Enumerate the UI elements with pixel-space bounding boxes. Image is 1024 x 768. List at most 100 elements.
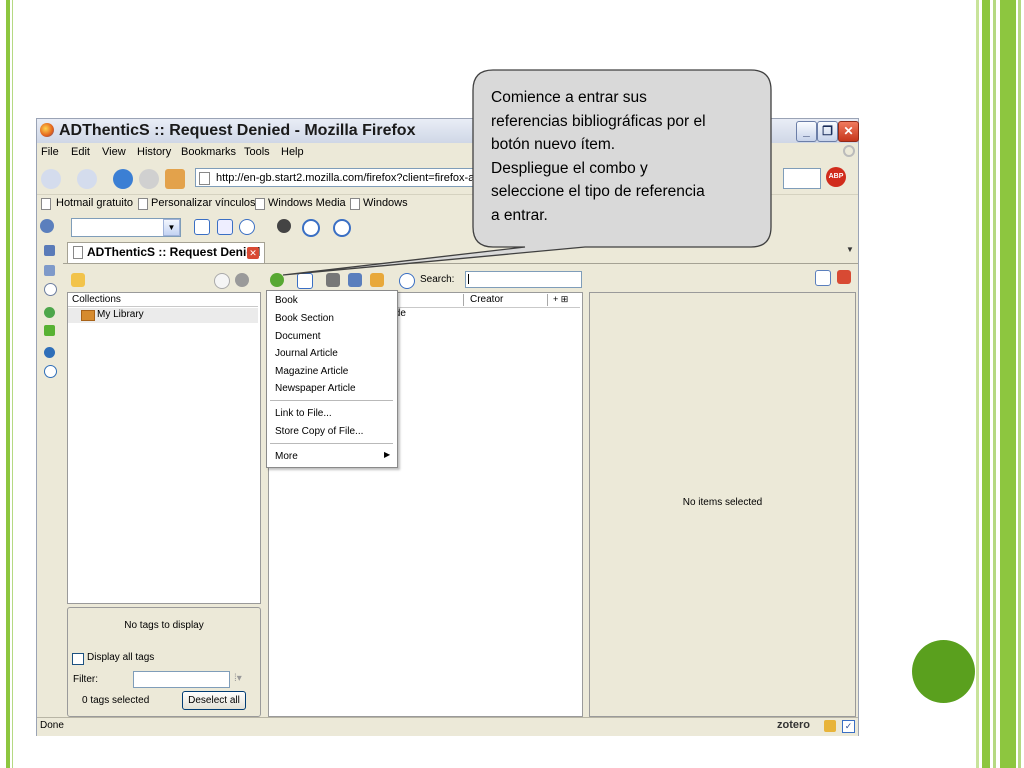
callout-line: Despliegue el combo y <box>491 159 648 177</box>
throbber-icon <box>843 145 855 157</box>
menu-item-store-copy[interactable]: Store Copy of File... <box>275 426 363 437</box>
sidebar-info-icon[interactable] <box>44 365 57 378</box>
speech-bubble-icon[interactable] <box>239 219 255 235</box>
menu-separator <box>270 400 393 401</box>
menu-item-journal-article[interactable]: Journal Article <box>275 348 338 359</box>
slide-right-stripe <box>976 0 979 768</box>
menu-help[interactable]: Help <box>281 146 304 158</box>
tab-title: ADThenticS :: Request Denied <box>87 245 261 259</box>
menu-history[interactable]: History <box>137 146 171 158</box>
forward-icon[interactable] <box>77 169 97 189</box>
actions-gear-icon[interactable] <box>235 273 249 287</box>
adblock-plus-icon[interactable]: ABP <box>826 167 846 187</box>
url-bar[interactable]: http://en-gb.start2.mozilla.com/firefox?… <box>195 168 497 187</box>
no-items-message: No items selected <box>682 497 763 508</box>
bookmark-windows-media[interactable]: Windows Media <box>268 197 346 209</box>
status-text: Done <box>40 720 64 731</box>
slide-right-stripe <box>993 0 996 768</box>
callout-line: seleccione el tipo de referencia <box>491 183 705 200</box>
tab-page-icon <box>73 246 83 259</box>
zotero-status-icon[interactable] <box>824 720 836 732</box>
fullscreen-icon[interactable] <box>815 270 831 286</box>
sidebar-save-icon[interactable] <box>44 265 55 276</box>
tab-close-icon[interactable]: ✕ <box>247 247 259 259</box>
bookmark-personalizar[interactable]: Personalizar vínculos <box>151 197 256 209</box>
tab-list-arrow-icon[interactable]: ▼ <box>846 245 856 257</box>
window-title: ADThenticS :: Request Denied - Mozilla F… <box>59 122 416 139</box>
bookmark-hotmail[interactable]: Hotmail gratuito <box>56 197 133 209</box>
new-collection-icon[interactable] <box>71 273 85 287</box>
menu-item-document[interactable]: Document <box>275 331 321 342</box>
menu-file[interactable]: File <box>41 146 59 158</box>
google-icon[interactable] <box>194 219 210 235</box>
menu-item-book[interactable]: Book <box>275 295 298 306</box>
sidebar-download-icon[interactable] <box>44 307 55 318</box>
sidebar-gear-icon[interactable] <box>44 347 55 358</box>
new-item-from-page-icon[interactable] <box>297 273 313 289</box>
slide-right-stripe <box>1000 0 1016 768</box>
bookmark-page-icon <box>350 198 360 210</box>
column-separator[interactable] <box>547 294 548 306</box>
home-icon[interactable] <box>165 169 185 189</box>
toolbar-menu-icon[interactable] <box>40 219 54 233</box>
checkbox-status-icon[interactable]: ✓ <box>842 720 855 733</box>
slide-left-accent-bar <box>6 0 10 768</box>
menu-item-magazine-article[interactable]: Magazine Article <box>275 366 348 377</box>
close-window-button[interactable]: ✕ <box>838 121 859 142</box>
sidebar-clock-icon[interactable] <box>44 283 57 296</box>
new-item-icon[interactable] <box>270 273 284 287</box>
menu-item-newspaper-article[interactable]: Newspaper Article <box>275 383 356 394</box>
menu-view[interactable]: View <box>102 146 126 158</box>
collections-panel <box>67 292 261 604</box>
minimize-button[interactable]: _ <box>796 121 817 142</box>
slide-decorative-circle <box>912 640 975 703</box>
search-label: Search: <box>420 274 455 285</box>
callout-line: referencias bibliográficas por el <box>491 112 706 130</box>
page-icon[interactable] <box>217 219 233 235</box>
library-label: My Library <box>97 309 144 320</box>
creator-column-header[interactable]: Creator <box>470 294 503 305</box>
zoom-icon[interactable] <box>333 219 351 237</box>
column-separator[interactable] <box>463 294 464 306</box>
sidebar-photo-icon[interactable] <box>44 245 55 256</box>
bookmark-page-icon <box>255 198 265 210</box>
bookmark-windows[interactable]: Windows <box>363 197 408 209</box>
tag-filter-input[interactable] <box>133 671 230 688</box>
sidebar-addon-icon[interactable] <box>44 325 55 336</box>
back-icon[interactable] <box>41 169 61 189</box>
column-picker-icon[interactable]: + ⊞ <box>553 294 568 305</box>
reload-icon[interactable] <box>113 169 133 189</box>
web-search-box[interactable] <box>783 168 821 189</box>
tool-icon[interactable] <box>277 219 291 233</box>
new-item-menu: Book Book Section Document Journal Artic… <box>266 290 398 468</box>
combo-dropdown-arrow-icon[interactable]: ▼ <box>163 219 180 236</box>
zotero-status-logo[interactable]: zotero <box>777 719 810 731</box>
display-all-tags-label: Display all tags <box>87 652 155 663</box>
menu-item-link-to-file[interactable]: Link to File... <box>275 408 332 419</box>
slide-right-stripe <box>1018 0 1021 768</box>
magnifier-icon[interactable] <box>302 219 320 237</box>
note-icon[interactable] <box>370 273 384 287</box>
restore-button[interactable]: ❐ <box>817 121 838 142</box>
search-icon <box>399 273 415 289</box>
search-input[interactable] <box>465 271 582 288</box>
no-tags-message: No tags to display <box>124 620 204 631</box>
menu-edit[interactable]: Edit <box>71 146 90 158</box>
deselect-all-button[interactable]: Deselect all <box>182 691 246 710</box>
menu-item-more[interactable]: More <box>275 451 298 462</box>
stop-icon[interactable] <box>139 169 159 189</box>
snapshot-icon[interactable] <box>348 273 362 287</box>
bookmark-page-icon <box>41 198 51 210</box>
menu-tools[interactable]: Tools <box>244 146 270 158</box>
slide-right-stripe <box>982 0 990 768</box>
tag-options-icon[interactable]: ⁞▾ <box>234 673 242 684</box>
menu-item-book-section[interactable]: Book Section <box>275 313 334 324</box>
collections-header[interactable]: Collections <box>68 293 258 307</box>
sync-icon[interactable] <box>214 273 230 289</box>
close-pane-icon[interactable] <box>837 270 851 284</box>
display-all-tags-checkbox[interactable] <box>72 653 84 665</box>
search-caret <box>468 274 469 284</box>
link-icon[interactable] <box>326 273 340 287</box>
page-favicon-icon <box>199 172 210 185</box>
menu-bookmarks[interactable]: Bookmarks <box>181 146 236 158</box>
